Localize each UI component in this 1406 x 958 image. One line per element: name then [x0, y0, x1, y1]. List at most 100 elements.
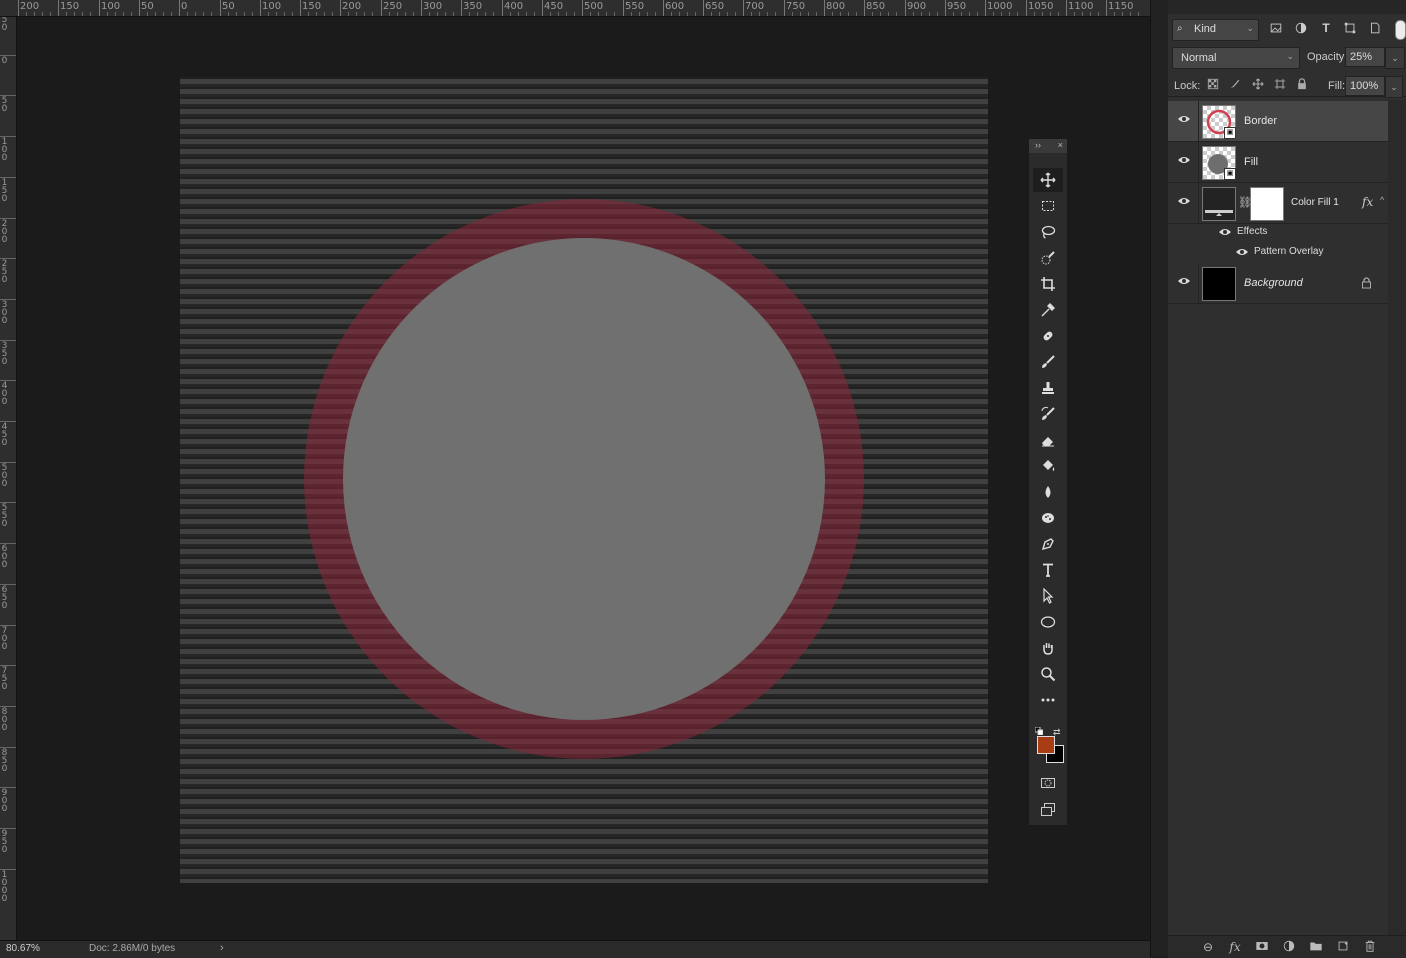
collapse-panel-icon[interactable]: ››: [1035, 140, 1041, 150]
hand-tool[interactable]: [1033, 636, 1063, 660]
document-canvas[interactable]: [180, 77, 988, 883]
fill-layer-thumbnail[interactable]: [1202, 187, 1236, 221]
move-icon: [1040, 172, 1056, 188]
delete-layer-icon[interactable]: [1362, 939, 1378, 955]
marquee-icon: [1042, 201, 1054, 211]
link-layers-icon[interactable]: ⊖: [1200, 939, 1216, 955]
foreground-color-swatch[interactable]: [1037, 736, 1055, 754]
quick-selection-tool[interactable]: [1033, 246, 1063, 270]
opacity-input[interactable]: 25%: [1345, 47, 1385, 67]
ruler-minor-tick: [429, 12, 430, 16]
ruler-minor-tick: [66, 12, 67, 16]
adjustment-layer-filter-icon[interactable]: [1293, 21, 1309, 37]
effects-row[interactable]: Effects: [1168, 222, 1388, 242]
lock-all-icon[interactable]: [1295, 78, 1309, 92]
visibility-eye-icon[interactable]: [1235, 247, 1249, 257]
visibility-eye-icon[interactable]: [1177, 276, 1191, 286]
pattern-overlay-row[interactable]: Pattern Overlay: [1168, 242, 1388, 262]
ruler-minor-tick: [469, 12, 470, 16]
chevron-up-icon[interactable]: ^: [1380, 195, 1384, 205]
layer-name[interactable]: Fill: [1244, 156, 1258, 168]
lock-position-icon[interactable]: [1251, 78, 1265, 92]
eyedropper-tool[interactable]: [1033, 298, 1063, 322]
ruler-minor-tick: [82, 12, 83, 16]
layer-row-background[interactable]: Background: [1168, 263, 1388, 304]
new-adjustment-layer-icon[interactable]: [1281, 939, 1297, 955]
quick-mask-icon[interactable]: [1033, 771, 1063, 795]
add-mask-icon[interactable]: [1254, 939, 1270, 955]
tools-panel-header[interactable]: ›› ×: [1029, 139, 1067, 153]
add-layer-style-icon[interactable]: fx: [1227, 939, 1243, 955]
ellipse-tool[interactable]: [1033, 610, 1063, 634]
default-colors-icon[interactable]: [1035, 727, 1043, 735]
dodge-tool[interactable]: [1033, 506, 1063, 530]
fill-circle-shape[interactable]: [343, 238, 825, 720]
fx-icon[interactable]: fx: [1362, 195, 1373, 209]
row-divider: [1198, 101, 1199, 141]
layer-name[interactable]: Background: [1244, 277, 1303, 289]
history-brush-tool[interactable]: [1033, 402, 1063, 426]
ruler-major-tick: [945, 0, 946, 16]
filter-toggle[interactable]: [1395, 20, 1406, 40]
visibility-eye-icon[interactable]: [1218, 227, 1232, 237]
shape-layer-filter-icon[interactable]: [1342, 21, 1358, 37]
blur-tool[interactable]: [1033, 480, 1063, 504]
panel-dock-divider[interactable]: [1150, 0, 1169, 957]
opacity-chevron-icon[interactable]: ⌄: [1385, 47, 1405, 69]
layer-row-border[interactable]: ▣ Border: [1168, 101, 1388, 142]
canvas-area[interactable]: [17, 17, 1150, 940]
layer-name[interactable]: Border: [1244, 115, 1277, 127]
layer-row-color-fill[interactable]: ⛓ Color Fill 1 fx ^: [1168, 183, 1388, 224]
close-panel-icon[interactable]: ×: [1058, 140, 1063, 150]
new-layer-icon[interactable]: [1335, 939, 1351, 955]
fill-chevron-icon[interactable]: ⌄: [1385, 76, 1403, 98]
type-tool[interactable]: [1033, 558, 1063, 582]
layer-name[interactable]: Color Fill 1: [1291, 197, 1339, 208]
arrow-icon: [1043, 588, 1054, 604]
layer-row-fill[interactable]: ▣ Fill: [1168, 142, 1388, 183]
layers-scrollbar[interactable]: [1388, 100, 1406, 935]
ruler-minor-tick: [808, 12, 809, 16]
horizontal-ruler[interactable]: 200 150 100 50 0 50 100 150 200 250 300 350 400 450 50…: [0, 0, 1150, 17]
layer-thumbnail-border[interactable]: ▣: [1202, 105, 1236, 139]
color-swatches: ⇄: [1033, 727, 1064, 767]
healing-brush-tool[interactable]: [1033, 324, 1063, 348]
visibility-eye-icon[interactable]: [1177, 155, 1191, 165]
paint-bucket-tool[interactable]: [1033, 454, 1063, 478]
lock-transparent-pixels-icon[interactable]: [1206, 78, 1220, 92]
lock-artboard-icon[interactable]: [1273, 78, 1287, 92]
filter-kind-select[interactable]: ⌕ Kind ⌄: [1172, 19, 1259, 41]
vertical-ruler[interactable]: 5 0 0 5 0 1 0 0 1 5 0 2 0 0 2 5 0 3 0 0 3 5 0 4 0…: [0, 17, 17, 940]
pixel-layer-filter-icon[interactable]: [1268, 21, 1284, 37]
zoom-icon: [1041, 667, 1056, 682]
ruler-major-tick: [179, 0, 180, 16]
lock-image-pixels-icon[interactable]: [1228, 78, 1242, 92]
visibility-eye-icon[interactable]: [1177, 114, 1191, 124]
status-menu-arrow[interactable]: ›: [220, 942, 224, 954]
type-layer-filter-icon[interactable]: T: [1318, 21, 1334, 37]
fill-input[interactable]: 100%: [1345, 76, 1385, 96]
layer-mask-thumbnail[interactable]: [1250, 187, 1284, 221]
panel-tabs[interactable]: [1168, 0, 1406, 14]
brush-tool[interactable]: [1033, 350, 1063, 374]
lasso-tool[interactable]: [1033, 220, 1063, 244]
eraser-tool[interactable]: [1033, 428, 1063, 452]
zoom-tool[interactable]: [1033, 662, 1063, 686]
stamp-icon: [1042, 382, 1054, 394]
ruler-tick-label: 3 0 0: [1, 300, 8, 326]
clone-stamp-tool[interactable]: [1033, 376, 1063, 400]
edit-toolbar[interactable]: [1033, 688, 1063, 712]
path-selection-tool[interactable]: [1033, 584, 1063, 608]
blend-mode-select[interactable]: Normal ⌄: [1172, 47, 1300, 69]
rectangular-marquee-tool[interactable]: [1033, 194, 1063, 218]
smart-object-filter-icon[interactable]: [1367, 21, 1383, 37]
new-group-folder-icon[interactable]: [1308, 939, 1324, 955]
zoom-level[interactable]: 80.67%: [6, 943, 40, 954]
pen-tool[interactable]: [1033, 532, 1063, 556]
visibility-eye-icon[interactable]: [1177, 196, 1191, 206]
move-tool[interactable]: [1033, 168, 1063, 192]
screen-mode-icon[interactable]: [1033, 797, 1063, 821]
layer-thumbnail-fill[interactable]: ▣: [1202, 146, 1236, 180]
crop-tool[interactable]: [1033, 272, 1063, 296]
layer-thumbnail-background[interactable]: [1202, 267, 1236, 301]
